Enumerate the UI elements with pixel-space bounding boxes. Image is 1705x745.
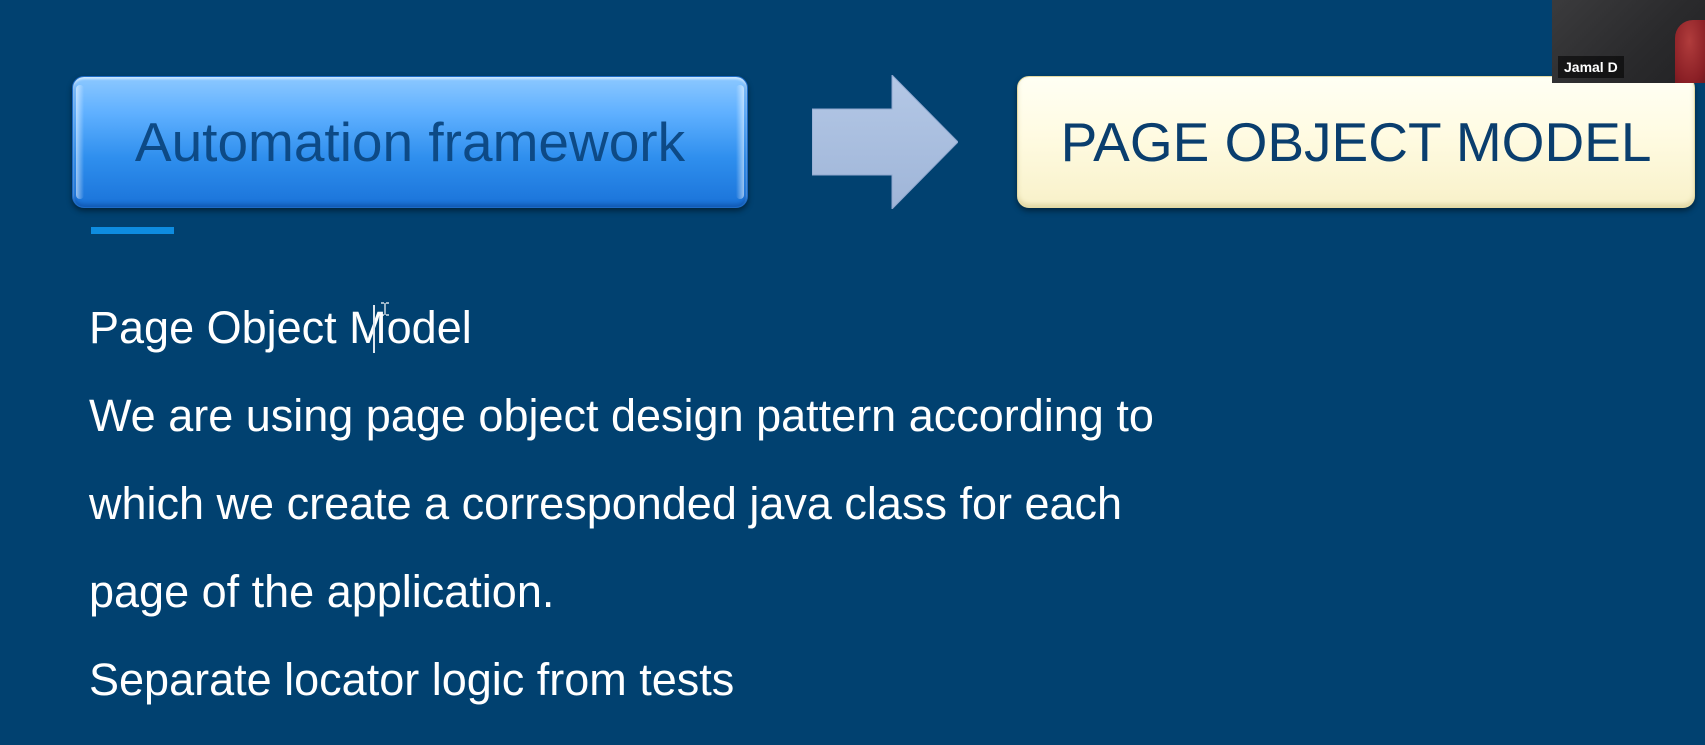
slide-text-line: which we create a corresponded java clas…	[89, 478, 1123, 529]
ibeam-cursor-icon	[381, 302, 389, 316]
participant-video	[1675, 20, 1705, 83]
presentation-slide: Automation framework PAGE OBJECT MODEL P…	[0, 0, 1705, 745]
automation-framework-box: Automation framework	[72, 76, 748, 208]
participant-name-tag: Jamal D	[1558, 56, 1624, 78]
automation-framework-label: Automation framework	[134, 111, 686, 173]
participant-video-tile[interactable]: Jamal D	[1552, 0, 1705, 83]
box-highlight-right	[736, 85, 744, 199]
slide-text-line: We are using page object design pattern …	[89, 390, 1154, 441]
slide-heading-line: Page Object Model	[89, 302, 472, 353]
slide-text-line: Separate locator logic from tests	[89, 654, 735, 705]
page-object-model-label: PAGE OBJECT MODEL	[1060, 111, 1652, 173]
page-object-model-box: PAGE OBJECT MODEL	[1017, 76, 1695, 208]
box-highlight-left	[76, 85, 84, 199]
slide-text-line: page of the application.	[89, 566, 555, 617]
text-caret	[373, 305, 375, 353]
right-arrow-icon	[812, 75, 958, 209]
accent-underline	[91, 227, 174, 234]
